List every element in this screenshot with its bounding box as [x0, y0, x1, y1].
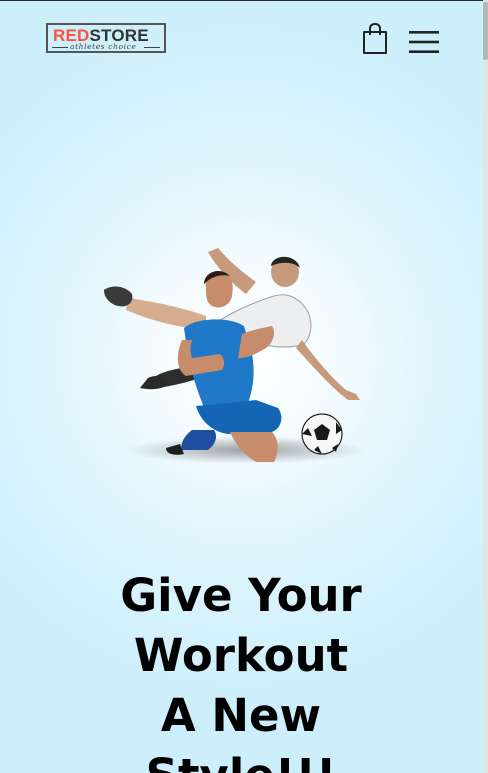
redstore-logo[interactable]: REDSTORE athletes choice	[46, 23, 166, 53]
hero-headline: Give Your Workout A New Style!!!	[0, 566, 482, 773]
logo-tagline: athletes choice	[70, 42, 137, 51]
logo-underline-left	[52, 47, 68, 48]
logo-underline-right	[144, 47, 160, 48]
top-border	[0, 0, 488, 1]
shopping-bag-icon[interactable]	[361, 22, 389, 55]
hamburger-menu-icon[interactable]	[409, 30, 439, 54]
scrollbar-thumb[interactable]	[483, 2, 488, 60]
football-players-image	[96, 236, 386, 476]
scrollbar[interactable]	[483, 0, 488, 773]
headline-line: A New	[160, 689, 322, 742]
headline-line: Style!!!	[0, 746, 482, 773]
headline-line: Workout	[133, 629, 349, 682]
headline-line: Give Your	[120, 569, 362, 622]
